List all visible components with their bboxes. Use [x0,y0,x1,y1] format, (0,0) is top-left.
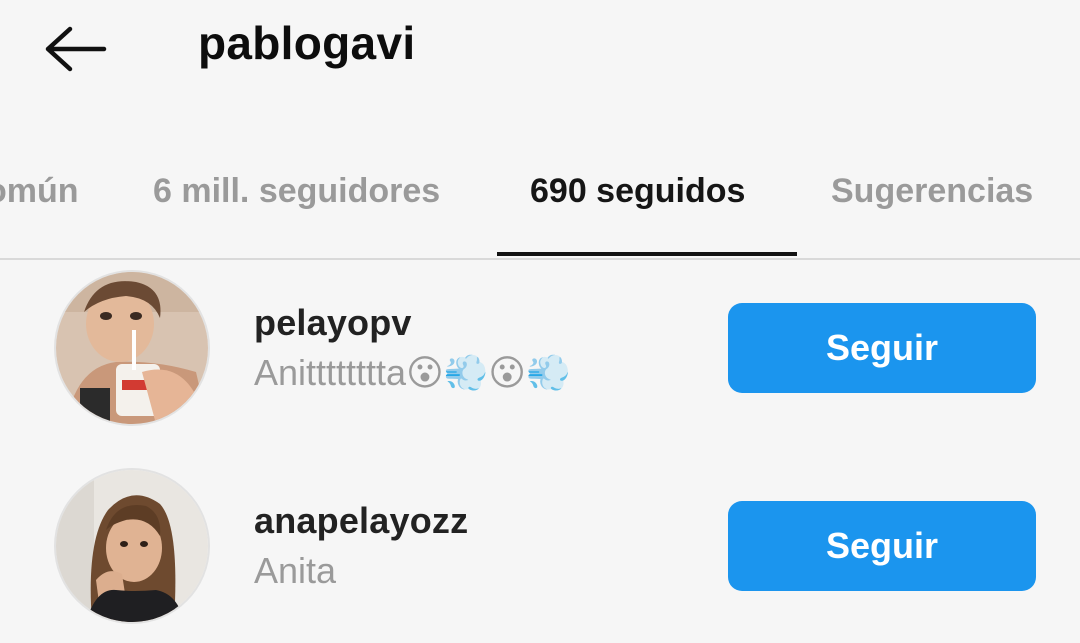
top-bar: pablogavi [0,0,1080,110]
follow-button[interactable]: Seguir [728,303,1036,393]
username[interactable]: pelayopv [254,302,412,344]
follow-button[interactable]: Seguir [728,501,1036,591]
active-tab-indicator [497,252,797,256]
tab-suggestions[interactable]: Sugerencias [831,172,1033,211]
page-title: pablogavi [198,17,416,69]
tab-following[interactable]: 690 seguidos [530,172,745,211]
full-name: Anita [254,550,337,591]
full-name: Anitttttttta😮💨😮💨 [254,352,571,393]
avatar[interactable] [56,272,208,424]
tab-mutual[interactable]: omún [0,172,79,211]
tab-bar: omún 6 mill. seguidores 690 seguidos Sug… [0,150,1080,260]
back-button[interactable] [40,18,112,80]
arrow-left-icon [45,26,107,72]
following-screen: pablogavi omún 6 mill. seguidores 690 se… [0,0,1080,643]
username[interactable]: anapelayozz [254,500,468,542]
tab-followers[interactable]: 6 mill. seguidores [153,172,440,211]
avatar[interactable] [56,470,208,622]
list-item[interactable]: pelayopv Anitttttttta😮💨😮💨 Seguir [0,268,1080,438]
list-item[interactable]: anapelayozz Anita Seguir [0,466,1080,636]
